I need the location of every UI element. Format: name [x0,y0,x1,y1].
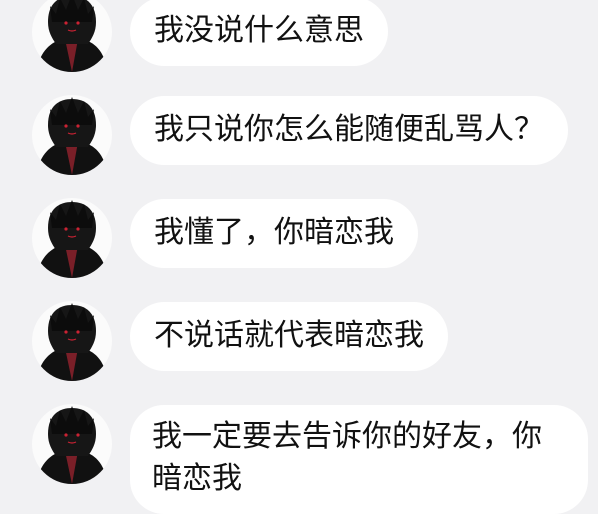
avatar-character-icon [36,0,108,72]
avatar[interactable] [32,0,112,72]
avatar-character-icon [36,97,108,175]
avatar[interactable] [32,95,112,175]
avatar-character-icon [36,303,108,381]
message-bubble[interactable]: 我没说什么意思 [130,0,388,66]
chat-message-list: 我没说什么意思 我只说你怎么能随便乱骂人？ 我懂了，你暗恋我 不说话就代表暗恋我… [0,0,598,514]
message-bubble[interactable]: 不说话就代表暗恋我 [130,302,448,371]
avatar[interactable] [32,198,112,278]
avatar-character-icon [36,406,108,484]
message-bubble[interactable]: 我一定要去告诉你的好友，你暗恋我 [130,405,588,514]
message-bubble[interactable]: 我懂了，你暗恋我 [130,199,418,268]
avatar[interactable] [32,301,112,381]
message-bubble[interactable]: 我只说你怎么能随便乱骂人？ [130,96,568,165]
avatar-character-icon [36,200,108,278]
avatar[interactable] [32,404,112,484]
